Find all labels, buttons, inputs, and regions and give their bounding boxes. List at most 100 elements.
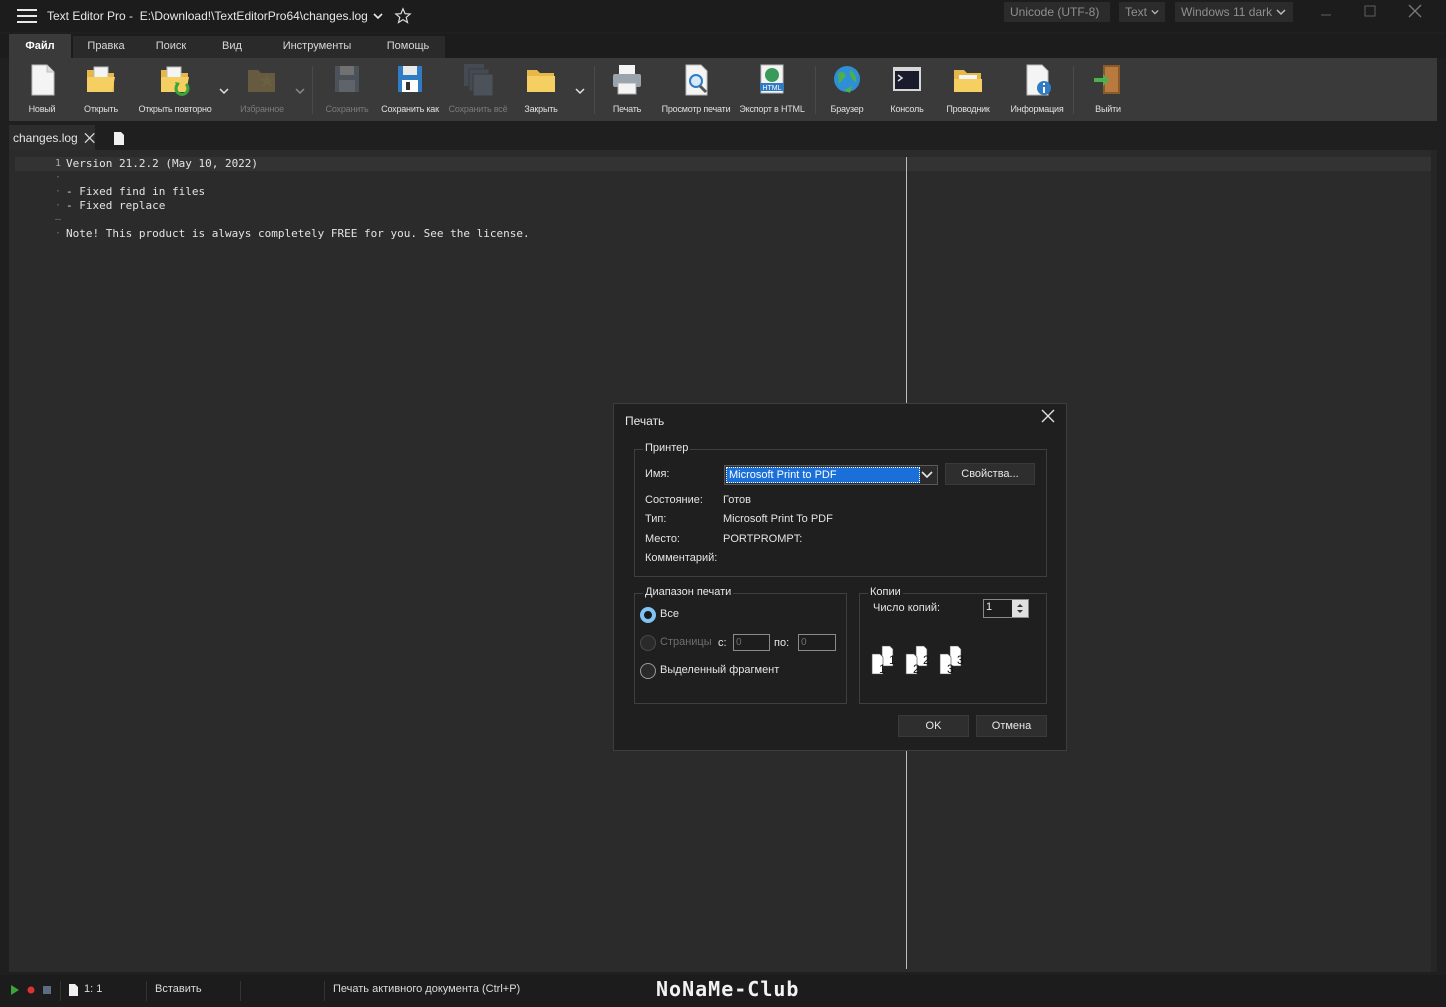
minimize-button[interactable] xyxy=(1304,0,1348,22)
tab-search[interactable]: Поиск xyxy=(146,34,196,58)
stop-macro-icon[interactable] xyxy=(43,986,51,994)
cancel-button[interactable]: Отмена xyxy=(976,715,1047,737)
range-pages-radio[interactable] xyxy=(640,635,656,651)
chevron-down-icon[interactable] xyxy=(218,86,230,96)
status-separator xyxy=(324,981,325,1001)
collate-page-number: 1 xyxy=(889,653,896,667)
tab-tools[interactable]: Инструменты xyxy=(276,34,358,58)
tab-edit[interactable]: Правка xyxy=(80,34,132,58)
chevron-down-icon[interactable] xyxy=(372,10,384,22)
print-preview-button[interactable]: Просмотр печати xyxy=(660,62,732,118)
tab-file[interactable]: Файл xyxy=(9,34,71,58)
new-file-icon xyxy=(31,64,55,96)
where-label: Место: xyxy=(645,533,680,545)
record-macro-icon[interactable] xyxy=(27,986,35,994)
collate-page-number: 3 xyxy=(957,653,964,667)
export-html-button[interactable]: HTML Экспорт в HTML xyxy=(739,62,805,118)
copies-label: Число копий: xyxy=(873,602,941,614)
tab-help[interactable]: Помощь xyxy=(380,34,436,58)
collate-page-number: 1 xyxy=(879,662,886,676)
star-icon[interactable] xyxy=(394,7,412,25)
reopen-button[interactable]: Открыть повторно xyxy=(135,62,215,118)
spinner-arrows-icon xyxy=(1017,604,1023,613)
ribbon-separator xyxy=(815,66,816,114)
play-macro-icon[interactable] xyxy=(10,984,20,996)
save-label: Сохранить xyxy=(325,104,369,114)
console-button[interactable]: Консоль xyxy=(889,62,925,118)
print-preview-icon xyxy=(685,64,708,96)
reopen-label: Открыть повторно xyxy=(138,104,212,114)
print-button[interactable]: Печать xyxy=(609,62,645,118)
ok-button[interactable]: OK xyxy=(898,715,969,737)
vertical-scrollbar[interactable] xyxy=(1431,150,1437,972)
range-selection-radio[interactable] xyxy=(640,663,656,679)
save-button[interactable]: Сохранить xyxy=(325,62,369,118)
copies-spinner[interactable]: 1 xyxy=(983,599,1029,618)
range-selection-label[interactable]: Выделенный фрагмент xyxy=(660,664,779,676)
state-label: Состояние: xyxy=(645,494,703,506)
globe-icon xyxy=(834,66,860,93)
explorer-button[interactable]: Проводник xyxy=(943,62,993,118)
open-label: Открыть xyxy=(84,104,118,114)
save-as-button[interactable]: Сохранить как xyxy=(381,62,439,118)
syntax-select[interactable]: Text xyxy=(1119,2,1165,22)
from-label: с: xyxy=(718,637,727,649)
ribbon-separator xyxy=(1073,66,1074,114)
watermark: NoNaMe-Club xyxy=(656,977,800,1001)
line-marker: · xyxy=(54,228,61,239)
close-window-button[interactable] xyxy=(1393,0,1437,22)
print-preview-label: Просмотр печати xyxy=(661,104,731,114)
range-all-radio[interactable] xyxy=(640,607,656,623)
line-marker: – xyxy=(54,214,61,225)
new-button[interactable]: Новый xyxy=(25,62,59,118)
hamburger-menu-icon[interactable] xyxy=(17,9,37,23)
document-tab-label: changes.log xyxy=(13,130,78,145)
console-label: Консоль xyxy=(890,104,924,114)
maximize-button[interactable] xyxy=(1348,0,1392,22)
new-label: Новый xyxy=(28,104,56,114)
properties-button[interactable]: Свойства... xyxy=(945,463,1035,485)
info-label: Информация xyxy=(1010,104,1064,114)
maximize-icon xyxy=(1364,5,1376,17)
info-button[interactable]: Информация xyxy=(1009,62,1065,118)
copies-value: 1 xyxy=(986,601,993,613)
exit-button[interactable]: Выйти xyxy=(1090,62,1126,118)
tab-view[interactable]: Вид xyxy=(212,34,252,58)
open-button[interactable]: Открыть xyxy=(83,62,119,118)
document-tab[interactable]: changes.log xyxy=(9,125,95,150)
exit-door-icon xyxy=(1094,65,1120,94)
range-all-label[interactable]: Все xyxy=(660,608,679,620)
encoding-select[interactable]: Unicode (UTF-8) xyxy=(1004,2,1110,22)
printer-select[interactable]: Microsoft Print to PDF xyxy=(724,465,938,485)
browser-button[interactable]: Браузер xyxy=(829,62,865,118)
status-separator xyxy=(240,981,241,1001)
chevron-down-icon xyxy=(921,471,933,479)
document-tabs: changes.log xyxy=(0,122,1446,150)
chevron-down-icon[interactable] xyxy=(294,86,306,96)
save-as-icon xyxy=(398,66,422,92)
chevron-down-icon[interactable] xyxy=(574,86,586,96)
from-page-input[interactable]: 0 xyxy=(733,634,770,651)
insert-mode[interactable]: Вставить xyxy=(155,983,202,995)
new-tab-icon[interactable] xyxy=(113,131,125,146)
code-text[interactable]: Version 21.2.2 (May 10, 2022) - Fixed fi… xyxy=(66,157,530,241)
open-folder-icon xyxy=(87,66,115,92)
copies-group-title: Копии xyxy=(868,586,903,598)
spinner-arrows[interactable] xyxy=(1012,600,1028,617)
theme-select[interactable]: Windows 11 dark xyxy=(1175,2,1293,22)
app-title: Text Editor Pro - E:\Download!\TextEdito… xyxy=(47,9,368,23)
save-all-button[interactable]: Сохранить всё xyxy=(447,62,509,118)
ribbon-separator xyxy=(594,66,595,114)
close-icon[interactable] xyxy=(84,132,95,144)
save-icon xyxy=(335,66,359,92)
favorites-button[interactable]: Избранное xyxy=(237,62,287,118)
close-button[interactable]: Закрыть xyxy=(523,62,559,118)
ribbon-toolbar: Новый Открыть Открыть повторно Избранное… xyxy=(9,58,1437,121)
line-number: 1 xyxy=(54,158,61,169)
to-page-input[interactable]: 0 xyxy=(798,634,836,651)
print-label: Печать xyxy=(612,104,642,114)
browser-label: Браузер xyxy=(830,104,864,114)
close-icon[interactable] xyxy=(1038,406,1058,426)
